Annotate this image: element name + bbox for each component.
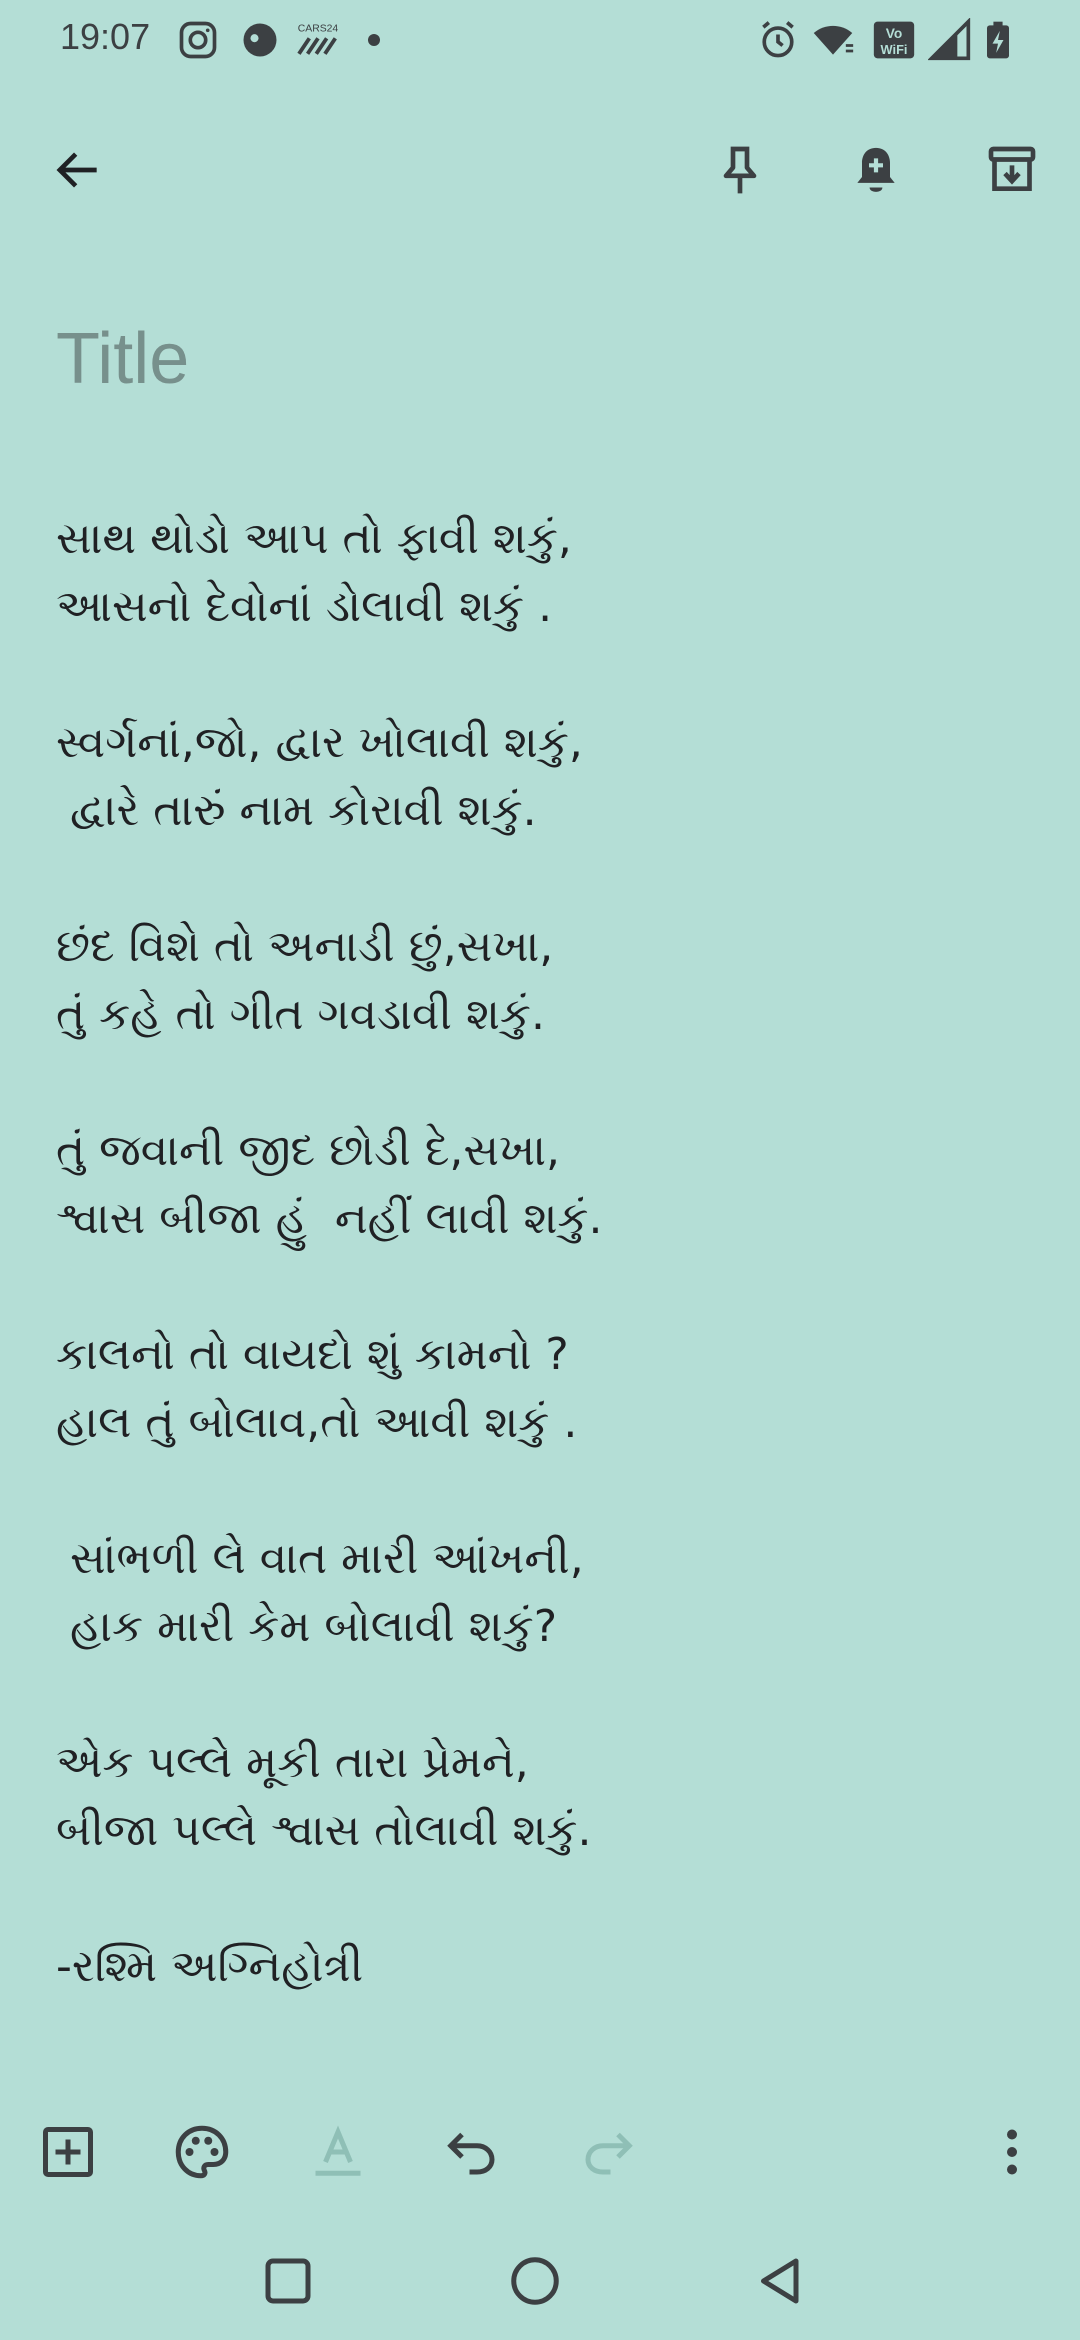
text-format-icon bbox=[315, 2125, 361, 2176]
reminder-button[interactable] bbox=[846, 140, 906, 200]
bell-plus-icon bbox=[857, 147, 895, 192]
poem-line: સ્વર્ગનાં,જો, દ્વાર ખોલાવી શકું, bbox=[56, 717, 583, 768]
wifi-icon bbox=[808, 18, 858, 62]
square-icon bbox=[265, 2258, 311, 2304]
poem-line: દ્વારે તારું નામ કોરાવી શકું. bbox=[56, 785, 537, 836]
more-vert-icon bbox=[1007, 2129, 1017, 2175]
poem-line: હાલ તું બોલાવ,તો આવી શકું . bbox=[56, 1397, 578, 1448]
poem-line: આસનો દેવોનાં ડોલાવી શકું . bbox=[56, 581, 553, 632]
poem-line: સાંભળી લે વાત મારી આંખની, bbox=[56, 1533, 584, 1584]
add-box-icon bbox=[43, 2127, 93, 2177]
poem-line: છંદ વિશે તો અનાડી છું,સખા, bbox=[56, 921, 554, 972]
poem-stanza: -રશ્મિ અગ્નિહોત્રી bbox=[56, 1933, 1016, 2001]
back-nav-button[interactable] bbox=[746, 2246, 816, 2316]
pin-button[interactable] bbox=[710, 140, 770, 200]
svg-text:WiFi: WiFi bbox=[881, 42, 908, 57]
more-notifications-dot bbox=[368, 34, 380, 46]
instagram-icon bbox=[176, 18, 220, 62]
system-navigation-bar bbox=[0, 2230, 1080, 2330]
cars24-icon: CARS24 bbox=[292, 18, 344, 62]
app-notification-icon bbox=[238, 18, 282, 62]
svg-text:Vo: Vo bbox=[886, 26, 903, 41]
add-button[interactable] bbox=[36, 2120, 100, 2184]
recents-button[interactable] bbox=[253, 2246, 323, 2316]
poem-line: -રશ્મિ અગ્નિહોત્રી bbox=[56, 1941, 364, 1992]
poem-stanza: સાંભળી લે વાત મારી આંખની, હાક મારી કેમ બ… bbox=[56, 1525, 1016, 1661]
cars24-badge-text: CARS24 bbox=[298, 23, 339, 34]
poem-line: તું કહે તો ગીત ગવડાવી શકું. bbox=[56, 989, 545, 1040]
back-button[interactable] bbox=[48, 140, 108, 200]
archive-button[interactable] bbox=[982, 140, 1042, 200]
redo-icon bbox=[585, 2132, 633, 2175]
poem-stanza: એક પલ્લે મૂકી તારા પ્રેમને, બીજા પલ્લે શ્… bbox=[56, 1729, 1016, 1865]
poem-stanza: કાલનો તો વાયદો શું કામનો ? હાલ તું બોલાવ,… bbox=[56, 1321, 1016, 1457]
poem-stanza: સાથ થોડો આપ તો ફાવી શકું, આસનો દેવોનાં ડો… bbox=[56, 505, 1016, 641]
poem-line: કાલનો તો વાયદો શું કામનો ? bbox=[56, 1329, 569, 1380]
archive-icon bbox=[988, 146, 1036, 191]
poem-line: તું જવાની જીદ છોડી દે,સખા, bbox=[56, 1125, 560, 1176]
poem-line: શ્વાસ બીજા હું નહીં લાવી શકું. bbox=[56, 1193, 603, 1244]
triangle-back-icon bbox=[761, 2258, 799, 2304]
cellular-signal-icon bbox=[928, 18, 972, 62]
text-format-button[interactable] bbox=[306, 2120, 370, 2184]
poem-stanza: સ્વર્ગનાં,જો, દ્વાર ખોલાવી શકું, દ્વારે … bbox=[56, 709, 1016, 845]
note-toolbar bbox=[0, 120, 1080, 220]
battery-charging-icon bbox=[976, 18, 1020, 62]
poem-line: બીજા પલ્લે શ્વાસ તોલાવી શકું. bbox=[56, 1805, 592, 1856]
pin-icon bbox=[723, 146, 757, 194]
poem-line: એક પલ્લે મૂકી તારા પ્રેમને, bbox=[56, 1737, 529, 1788]
note-body-editor[interactable]: સાથ થોડો આપ તો ફાવી શકું, આસનો દેવોનાં ડો… bbox=[56, 505, 1016, 2069]
palette-icon bbox=[175, 2125, 229, 2179]
home-button[interactable] bbox=[500, 2246, 570, 2316]
status-bar: 19:07 CARS24 Vo WiFi bbox=[0, 0, 1080, 80]
status-time: 19:07 bbox=[60, 16, 151, 57]
redo-button[interactable] bbox=[576, 2120, 640, 2184]
poem-line: સાથ થોડો આપ તો ફાવી શકું, bbox=[56, 513, 572, 564]
background-options-button[interactable] bbox=[170, 2120, 234, 2184]
editor-toolbar bbox=[0, 2110, 1080, 2190]
poem-line: હાક મારી કેમ બોલાવી શકું? bbox=[56, 1601, 558, 1652]
circle-icon bbox=[511, 2257, 559, 2305]
alarm-icon bbox=[756, 18, 800, 62]
undo-button[interactable] bbox=[440, 2120, 504, 2184]
poem-stanza: છંદ વિશે તો અનાડી છું,સખા, તું કહે તો ગીત… bbox=[56, 913, 1016, 1049]
note-title-input[interactable]: Title bbox=[56, 318, 189, 400]
arrow-left-icon bbox=[56, 152, 97, 188]
vowifi-icon: Vo WiFi bbox=[870, 18, 918, 62]
poem-stanza: તું જવાની જીદ છોડી દે,સખા, શ્વાસ બીજા હું… bbox=[56, 1117, 1016, 1253]
more-options-button[interactable] bbox=[980, 2120, 1044, 2184]
undo-icon bbox=[447, 2132, 495, 2175]
